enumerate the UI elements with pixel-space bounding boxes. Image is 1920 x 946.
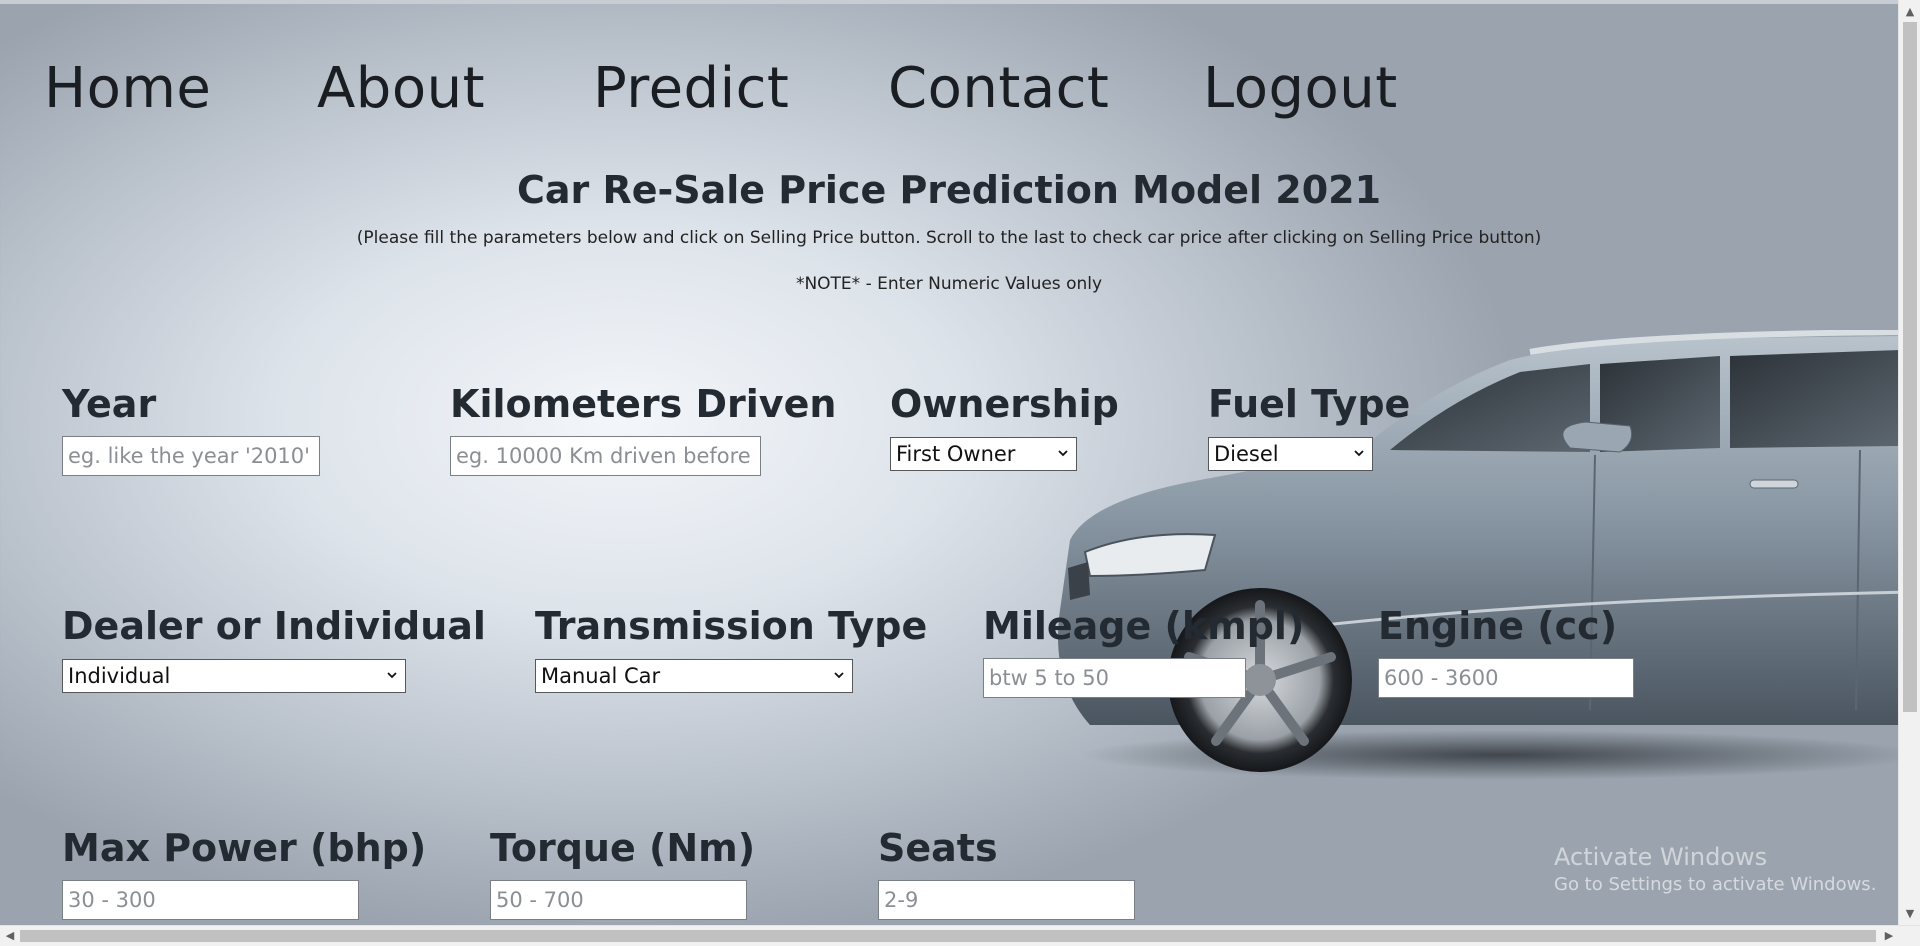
windows-activation-subtitle: Go to Settings to activate Windows. (1554, 874, 1877, 895)
chevron-down-icon (1354, 450, 1364, 457)
nav-logout-link[interactable]: Logout (1203, 54, 1398, 124)
horizontal-scrollbar[interactable]: ◀ ▶ (0, 925, 1920, 946)
max-power-input[interactable] (62, 880, 359, 920)
vertical-scrollbar[interactable]: ▲ ▼ (1898, 0, 1920, 925)
km-driven-label: Kilometers Driven (450, 382, 837, 426)
mileage-input[interactable] (983, 658, 1246, 698)
fuel-type-label: Fuel Type (1208, 382, 1411, 426)
fuel-type-select-value: Diesel (1214, 442, 1279, 466)
nav-contact-link[interactable]: Contact (888, 54, 1109, 124)
ownership-label: Ownership (890, 382, 1119, 426)
scroll-right-icon[interactable]: ▶ (1882, 929, 1896, 943)
torque-label: Torque (Nm) (490, 826, 756, 870)
scroll-left-icon[interactable]: ◀ (3, 929, 17, 943)
seller-type-select[interactable]: Individual (62, 659, 406, 693)
year-input[interactable] (62, 436, 320, 476)
car-image (1058, 330, 1910, 780)
engine-input[interactable] (1378, 658, 1634, 698)
page-title: Car Re-Sale Price Prediction Model 2021 (516, 168, 1382, 212)
window-top-border (0, 0, 1920, 4)
scroll-up-icon[interactable]: ▲ (1904, 6, 1916, 18)
instructions-text: (Please fill the parameters below and cl… (356, 228, 1542, 248)
nav-home-link[interactable]: Home (44, 54, 211, 124)
scroll-down-icon[interactable]: ▼ (1904, 908, 1916, 920)
seller-type-select-value: Individual (68, 664, 171, 688)
chevron-down-icon (1058, 450, 1068, 457)
seller-type-label: Dealer or Individual (62, 604, 486, 648)
transmission-label: Transmission Type (535, 604, 928, 648)
seats-label: Seats (878, 826, 998, 870)
ownership-select-value: First Owner (896, 442, 1016, 466)
transmission-select[interactable]: Manual Car (535, 659, 853, 693)
chevron-down-icon (834, 672, 844, 679)
seats-input[interactable] (878, 880, 1135, 920)
ownership-select[interactable]: First Owner (890, 437, 1077, 471)
mileage-label: Mileage (kmpl) (983, 604, 1305, 648)
vertical-scroll-thumb[interactable] (1903, 22, 1917, 712)
nav-predict-link[interactable]: Predict (593, 54, 789, 124)
transmission-select-value: Manual Car (541, 664, 661, 688)
windows-activation-notice: Activate Windows Go to Settings to activ… (1554, 842, 1876, 898)
windows-activation-title: Activate Windows (1554, 843, 1768, 871)
max-power-label: Max Power (bhp) (62, 826, 427, 870)
torque-input[interactable] (490, 880, 747, 920)
year-label: Year (62, 382, 157, 426)
chevron-down-icon (387, 672, 397, 679)
horizontal-scroll-thumb[interactable] (20, 930, 1876, 942)
engine-label: Engine (cc) (1378, 604, 1618, 648)
fuel-type-select[interactable]: Diesel (1208, 437, 1373, 471)
nav-about-link[interactable]: About (317, 54, 485, 124)
km-driven-input[interactable] (450, 436, 761, 476)
numeric-note: *NOTE* - Enter Numeric Values only (795, 274, 1103, 294)
